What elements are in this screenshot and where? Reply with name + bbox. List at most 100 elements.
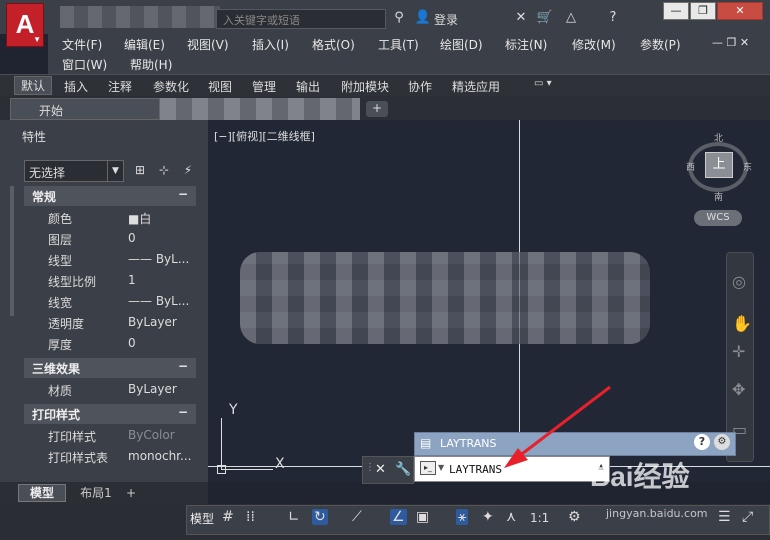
quick-select-icon[interactable]: ⚡: [180, 163, 196, 179]
osnap-icon[interactable]: ⟋: [352, 509, 362, 525]
command-prompt-icon[interactable]: ▸_: [420, 461, 436, 475]
property-row[interactable]: 线宽 —— ByL...: [24, 291, 196, 312]
property-row[interactable]: 厚度 0: [24, 333, 196, 354]
compass-south[interactable]: 南: [714, 190, 723, 203]
select-objects-icon[interactable]: ⊹: [156, 163, 172, 179]
viewport-controls[interactable]: [−][俯视][二维线框]: [214, 128, 315, 144]
zoom-icon[interactable]: ✛: [732, 342, 745, 361]
command-suggestion-title[interactable]: LAYTRANS: [440, 437, 496, 450]
exchange-icon[interactable]: ✕: [512, 10, 530, 26]
gear-icon[interactable]: ⚙: [568, 509, 581, 525]
property-row[interactable]: 材质 ByLayer: [24, 379, 196, 400]
wrench-icon[interactable]: 🔧: [395, 462, 411, 477]
steering-wheel-icon[interactable]: ◎: [732, 272, 746, 291]
new-tab-button[interactable]: +: [366, 101, 388, 117]
cart-icon[interactable]: 🛒: [536, 10, 554, 26]
ribbon-tab-insert[interactable]: 插入: [64, 78, 88, 95]
lineweight-icon[interactable]: ▣: [416, 509, 429, 525]
tab-start[interactable]: 开始: [10, 98, 160, 120]
close-icon[interactable]: ✕: [375, 462, 386, 477]
help-icon[interactable]: ?: [694, 434, 710, 450]
ribbon-tab-view[interactable]: 视图: [208, 78, 232, 95]
section-3d-effects[interactable]: 三维效果 −: [24, 358, 196, 378]
property-row[interactable]: 打印样式 ByColor: [24, 425, 196, 446]
wcs-menu[interactable]: WCS: [694, 210, 742, 226]
property-row[interactable]: 线型比例 1: [24, 270, 196, 291]
menu-dimension[interactable]: 标注(N): [505, 36, 547, 53]
binoculars-icon[interactable]: ⚲: [390, 10, 408, 26]
annotation-visibility-icon[interactable]: ⚹: [456, 509, 469, 525]
mdi-controls[interactable]: — ❐ ✕: [712, 36, 749, 49]
annotation-scale[interactable]: 1:1: [530, 511, 549, 525]
otrack-icon[interactable]: ∠: [390, 509, 407, 525]
app-menu-button[interactable]: A ▼: [6, 3, 44, 47]
menu-edit[interactable]: 编辑(E): [124, 36, 165, 53]
customize-icon[interactable]: ☰: [718, 509, 731, 525]
restore-button[interactable]: ❐: [690, 2, 716, 20]
grip-icon[interactable]: ⋮: [365, 462, 375, 473]
auto-scale-icon[interactable]: ✦: [482, 509, 494, 525]
settings-icon[interactable]: ⚙: [714, 434, 730, 450]
property-row[interactable]: 线型 —— ByL...: [24, 249, 196, 270]
menu-modify[interactable]: 修改(M): [572, 36, 616, 53]
collapse-icon[interactable]: −: [178, 187, 188, 201]
add-layout-button[interactable]: +: [126, 486, 136, 500]
ribbon-tab-output[interactable]: 输出: [296, 78, 320, 95]
menu-help[interactable]: 帮助(H): [130, 56, 172, 73]
close-button[interactable]: ✕: [717, 2, 763, 20]
property-value: 0: [128, 231, 136, 245]
search-input[interactable]: 入关键字或短语: [216, 9, 386, 29]
polar-icon[interactable]: ↻: [312, 509, 328, 525]
menu-parameter[interactable]: 参数(P): [640, 36, 681, 53]
a360-icon[interactable]: △: [562, 10, 580, 26]
user-icon[interactable]: 👤: [414, 10, 432, 26]
compass-north[interactable]: 北: [714, 131, 723, 144]
minimize-button[interactable]: —: [663, 2, 689, 20]
fullscreen-icon[interactable]: ⤢: [742, 509, 753, 525]
property-row[interactable]: 图层 0: [24, 228, 196, 249]
ribbon-options-icon[interactable]: ▭ ▾: [534, 78, 552, 89]
compass-west[interactable]: 西: [686, 160, 695, 173]
chevron-down-icon[interactable]: ▼: [438, 463, 444, 472]
property-row[interactable]: 透明度 ByLayer: [24, 312, 196, 333]
ribbon-tab-featured[interactable]: 精选应用: [452, 78, 500, 95]
viewcube-face-top[interactable]: 上: [705, 152, 733, 178]
property-row[interactable]: 颜色 ■白: [24, 207, 196, 228]
toggle-pickadd-icon[interactable]: ⊞: [132, 163, 148, 179]
selection-dropdown[interactable]: 无选择 ▼: [24, 160, 124, 182]
palette-scrollbar[interactable]: [10, 186, 14, 316]
menu-window[interactable]: 窗口(W): [62, 56, 107, 73]
ortho-icon[interactable]: ∟: [288, 509, 300, 525]
property-key: 线宽: [48, 296, 73, 310]
grid-icon[interactable]: #: [222, 509, 234, 525]
tab-model[interactable]: 模型: [18, 484, 66, 502]
help-icon[interactable]: ?: [604, 10, 622, 26]
menu-tools[interactable]: 工具(T): [378, 36, 419, 53]
tab-drawing[interactable]: [160, 98, 360, 120]
model-space-button[interactable]: 模型: [190, 510, 214, 527]
chevron-down-icon: ▼: [107, 161, 123, 181]
menu-view[interactable]: 视图(V): [187, 36, 229, 53]
pan-hand-icon[interactable]: ✋: [732, 314, 752, 333]
menu-file[interactable]: 文件(F): [62, 36, 102, 53]
collapse-icon[interactable]: −: [178, 405, 188, 419]
ribbon-tab-manage[interactable]: 管理: [252, 78, 276, 95]
annotation-scale-icon[interactable]: ⋏: [506, 509, 516, 525]
menu-draw[interactable]: 绘图(D): [440, 36, 483, 53]
compass-east[interactable]: 东: [743, 160, 752, 173]
section-general[interactable]: 常规 −: [24, 186, 196, 206]
section-plot-style[interactable]: 打印样式 −: [24, 404, 196, 424]
ribbon-tab-parametric[interactable]: 参数化: [153, 78, 189, 95]
login-button[interactable]: 登录: [434, 11, 458, 28]
collapse-icon[interactable]: −: [178, 359, 188, 373]
ribbon-tab-collaborate[interactable]: 协作: [408, 78, 432, 95]
property-row[interactable]: 打印样式表 monochr...: [24, 446, 196, 467]
menu-insert[interactable]: 插入(I): [252, 36, 289, 53]
snap-icon[interactable]: ⁞⁞: [246, 509, 255, 525]
tab-layout1[interactable]: 布局1: [70, 485, 122, 502]
ribbon-tab-default[interactable]: 默认: [14, 76, 53, 95]
ribbon-tab-addins[interactable]: 附加模块: [341, 78, 389, 95]
orbit-icon[interactable]: ✥: [732, 380, 745, 399]
ribbon-tab-annotate[interactable]: 注释: [108, 78, 132, 95]
menu-format[interactable]: 格式(O): [312, 36, 355, 53]
